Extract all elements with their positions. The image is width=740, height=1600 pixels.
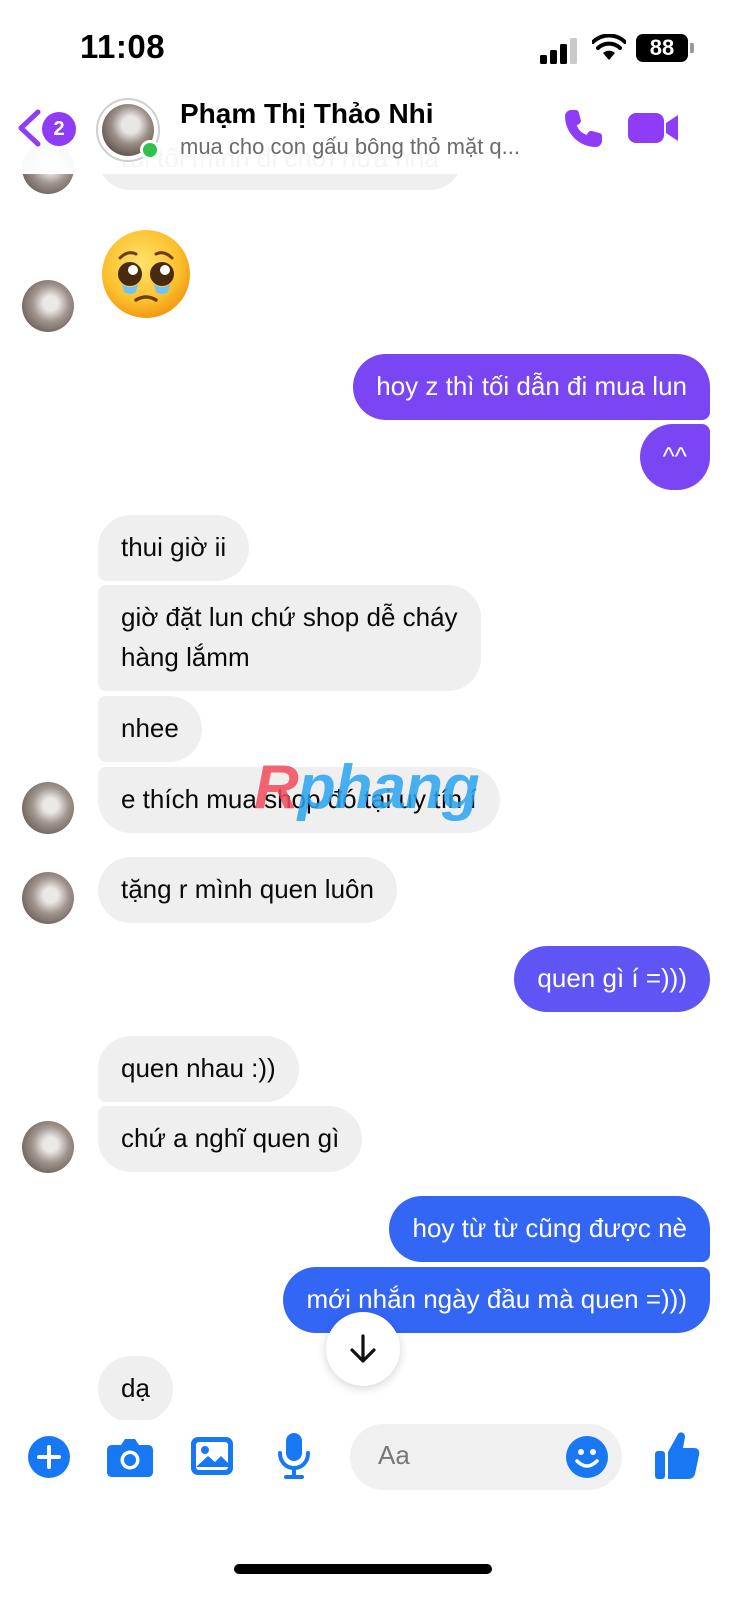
message-line: giờ đặt lun chứ shop dễ cháy [121,602,458,632]
message-incoming[interactable]: dạ [98,1356,173,1420]
thumbs-up-icon[interactable] [654,1430,700,1480]
pleading-face-emoji[interactable] [100,228,192,320]
composer-bar: Aa [0,1420,740,1600]
message-outgoing[interactable]: quen gì í =))) [514,946,710,1012]
status-time: 11:08 [80,28,166,65]
watermark-part: phang [297,753,480,822]
home-indicator[interactable] [234,1564,492,1574]
message-incoming[interactable]: quen nhau :)) [98,1036,299,1102]
message-incoming[interactable]: giờ đặt lun chứ shop dễ cháy hàng lắmm [98,585,481,691]
contact-avatar[interactable] [22,1121,74,1173]
emoji-icon[interactable] [566,1436,608,1478]
contact-name[interactable]: Phạm Thị Thảo Nhi [180,98,434,130]
message-incoming[interactable]: nhee [98,696,202,762]
signal-icon [540,38,577,64]
contact-avatar[interactable] [22,280,74,332]
status-bar: 11:08 88 [0,0,740,92]
watermark-logo: Rphang [254,752,480,823]
battery-cap [690,43,694,53]
wifi-icon [592,34,626,60]
message-list[interactable]: rùi tối mình đi chơi nữa nha hoy z thì t… [0,0,740,1420]
microphone-icon[interactable] [276,1432,312,1480]
message-outgoing[interactable]: ^^ [639,424,710,490]
conversation-header: 2 Phạm Thị Thảo Nhi mua cho con gấu bông… [0,92,740,174]
battery-indicator: 88 [636,34,688,62]
contact-subtitle[interactable]: mua cho con gấu bông thỏ mặt q... [180,134,560,160]
arrow-down-icon [350,1334,376,1363]
message-outgoing[interactable]: hoy từ từ cũng được nè [389,1196,710,1262]
scroll-to-bottom-button[interactable] [326,1312,400,1386]
message-outgoing[interactable]: hoy z thì tối dẫn đi mua lun [353,354,710,420]
message-line: hàng lắmm [121,642,250,672]
watermark-part: R [254,753,299,822]
phone-icon[interactable] [562,106,606,150]
video-camera-icon[interactable] [628,110,680,146]
contact-avatar[interactable] [22,872,74,924]
message-incoming[interactable]: thui giờ ii [98,515,250,581]
gallery-icon[interactable] [190,1434,234,1478]
back-icon[interactable] [16,108,42,148]
message-input-placeholder: Aa [378,1440,410,1470]
online-status-dot [140,140,160,160]
contact-avatar[interactable] [22,782,74,834]
plus-icon[interactable] [28,1436,70,1478]
unread-badge[interactable]: 2 [42,112,76,146]
message-incoming[interactable]: chứ a nghĩ quen gì [98,1106,363,1172]
camera-icon[interactable] [106,1436,154,1478]
message-incoming[interactable]: tặng r mình quen luôn [98,857,397,923]
